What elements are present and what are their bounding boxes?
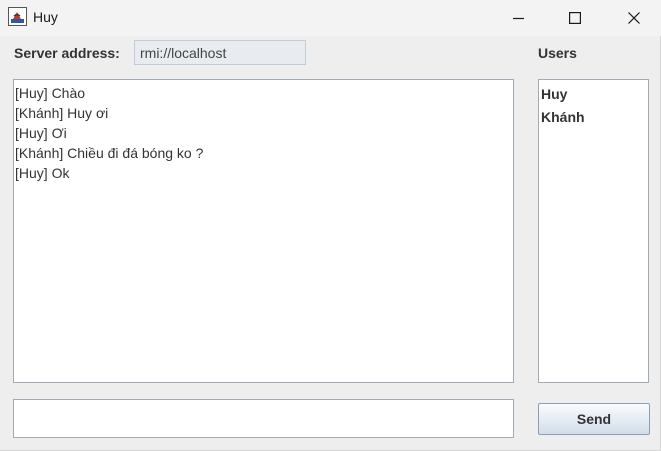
maximize-icon — [569, 12, 581, 24]
user-item-khanh[interactable]: Khánh — [541, 106, 646, 129]
message-input[interactable] — [13, 399, 514, 438]
users-list[interactable]: Huy Khánh — [538, 79, 649, 383]
maximize-button[interactable] — [552, 0, 598, 36]
chat-message: [Khánh] Huy ơi — [15, 105, 109, 121]
chat-message: [Huy] Ơi — [15, 125, 67, 141]
java-app-icon — [8, 7, 27, 26]
minimize-icon — [513, 12, 525, 24]
chat-history[interactable]: [Huy] Chào [Khánh] Huy ơi [Huy] Ơi [Khán… — [13, 79, 514, 383]
chat-window: Huy Server address: rmi://localhost User… — [0, 0, 661, 451]
chat-message: [Huy] Ok — [15, 165, 70, 181]
chat-message: [Khánh] Chiều đi đá bóng ko ? — [15, 145, 204, 161]
chat-message: [Huy] Chào — [15, 85, 86, 101]
users-label: Users — [538, 45, 577, 61]
title-bar[interactable]: Huy — [0, 0, 661, 36]
send-button[interactable]: Send — [538, 403, 650, 435]
minimize-button[interactable] — [496, 0, 542, 36]
close-button[interactable] — [611, 0, 657, 36]
close-icon — [628, 12, 640, 24]
server-address-field: rmi://localhost — [134, 40, 306, 65]
window-title: Huy — [33, 9, 58, 25]
server-address-label: Server address: — [14, 45, 120, 61]
user-item-huy[interactable]: Huy — [541, 83, 646, 106]
